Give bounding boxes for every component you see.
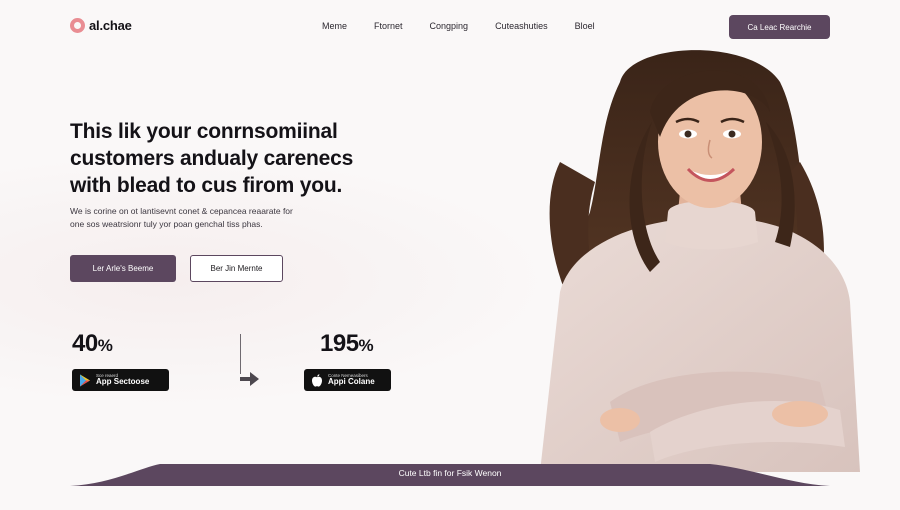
stat-left-value: 40 — [72, 330, 98, 357]
stat-right: 195% — [320, 330, 374, 358]
apple-badge-label: Appi Colane — [328, 377, 375, 387]
hero-title-line: with blead to cus firom you. — [70, 174, 343, 197]
nav-item-bloel[interactable]: Bloel — [575, 21, 595, 31]
arrow-right-icon — [240, 372, 259, 386]
secondary-cta-button[interactable]: Ber Jin Mernte — [190, 255, 283, 282]
play-badge-label: App Sectoose — [96, 377, 150, 387]
stats-divider — [240, 334, 241, 374]
primary-cta-button[interactable]: Ler Arle's Beeme — [70, 255, 176, 282]
nav-item-congping[interactable]: Congping — [430, 21, 469, 31]
brand-name: al.chae — [89, 18, 132, 33]
nav-item-ftornet[interactable]: Ftornet — [374, 21, 403, 31]
hero-photo — [540, 50, 860, 472]
stat-right-value: 195 — [320, 330, 359, 357]
logo-icon — [70, 18, 85, 33]
nav-item-cuteashuties[interactable]: Cuteashuties — [495, 21, 548, 31]
hero-subtitle-line: We is corine on ot lantisevnt conet & ce… — [70, 206, 293, 216]
hero-title: This lik your conrnsomiinal customers an… — [70, 118, 430, 199]
bottom-banner-label[interactable]: Cute Ltb fin for Fsik Wenon — [0, 468, 900, 478]
stat-right-unit: % — [358, 336, 374, 355]
hero-subtitle: We is corine on ot lantisevnt conet & ce… — [70, 205, 370, 231]
main-nav: Meme Ftornet Congping Cuteashuties Bloel — [322, 21, 595, 31]
stat-left: 40% — [72, 330, 113, 358]
hero-title-line: This lik your conrnsomiinal — [70, 120, 338, 143]
apple-icon — [312, 373, 322, 387]
play-store-icon — [80, 374, 90, 386]
app-store-badge[interactable]: Conte Nemeasibers Appi Colane — [304, 369, 391, 391]
brand-logo[interactable]: al.chae — [70, 18, 132, 33]
nav-item-meme[interactable]: Meme — [322, 21, 347, 31]
hero-title-line: customers andualy carenecs — [70, 147, 354, 170]
stat-left-unit: % — [97, 336, 113, 355]
play-store-badge[interactable]: Sce reaerd App Sectoose — [72, 369, 169, 391]
hero-subtitle-line: one sos weatrsionr tuly yor poan genchal… — [70, 219, 263, 229]
header-cta-button[interactable]: Ca Leac Rearchie — [729, 15, 830, 39]
